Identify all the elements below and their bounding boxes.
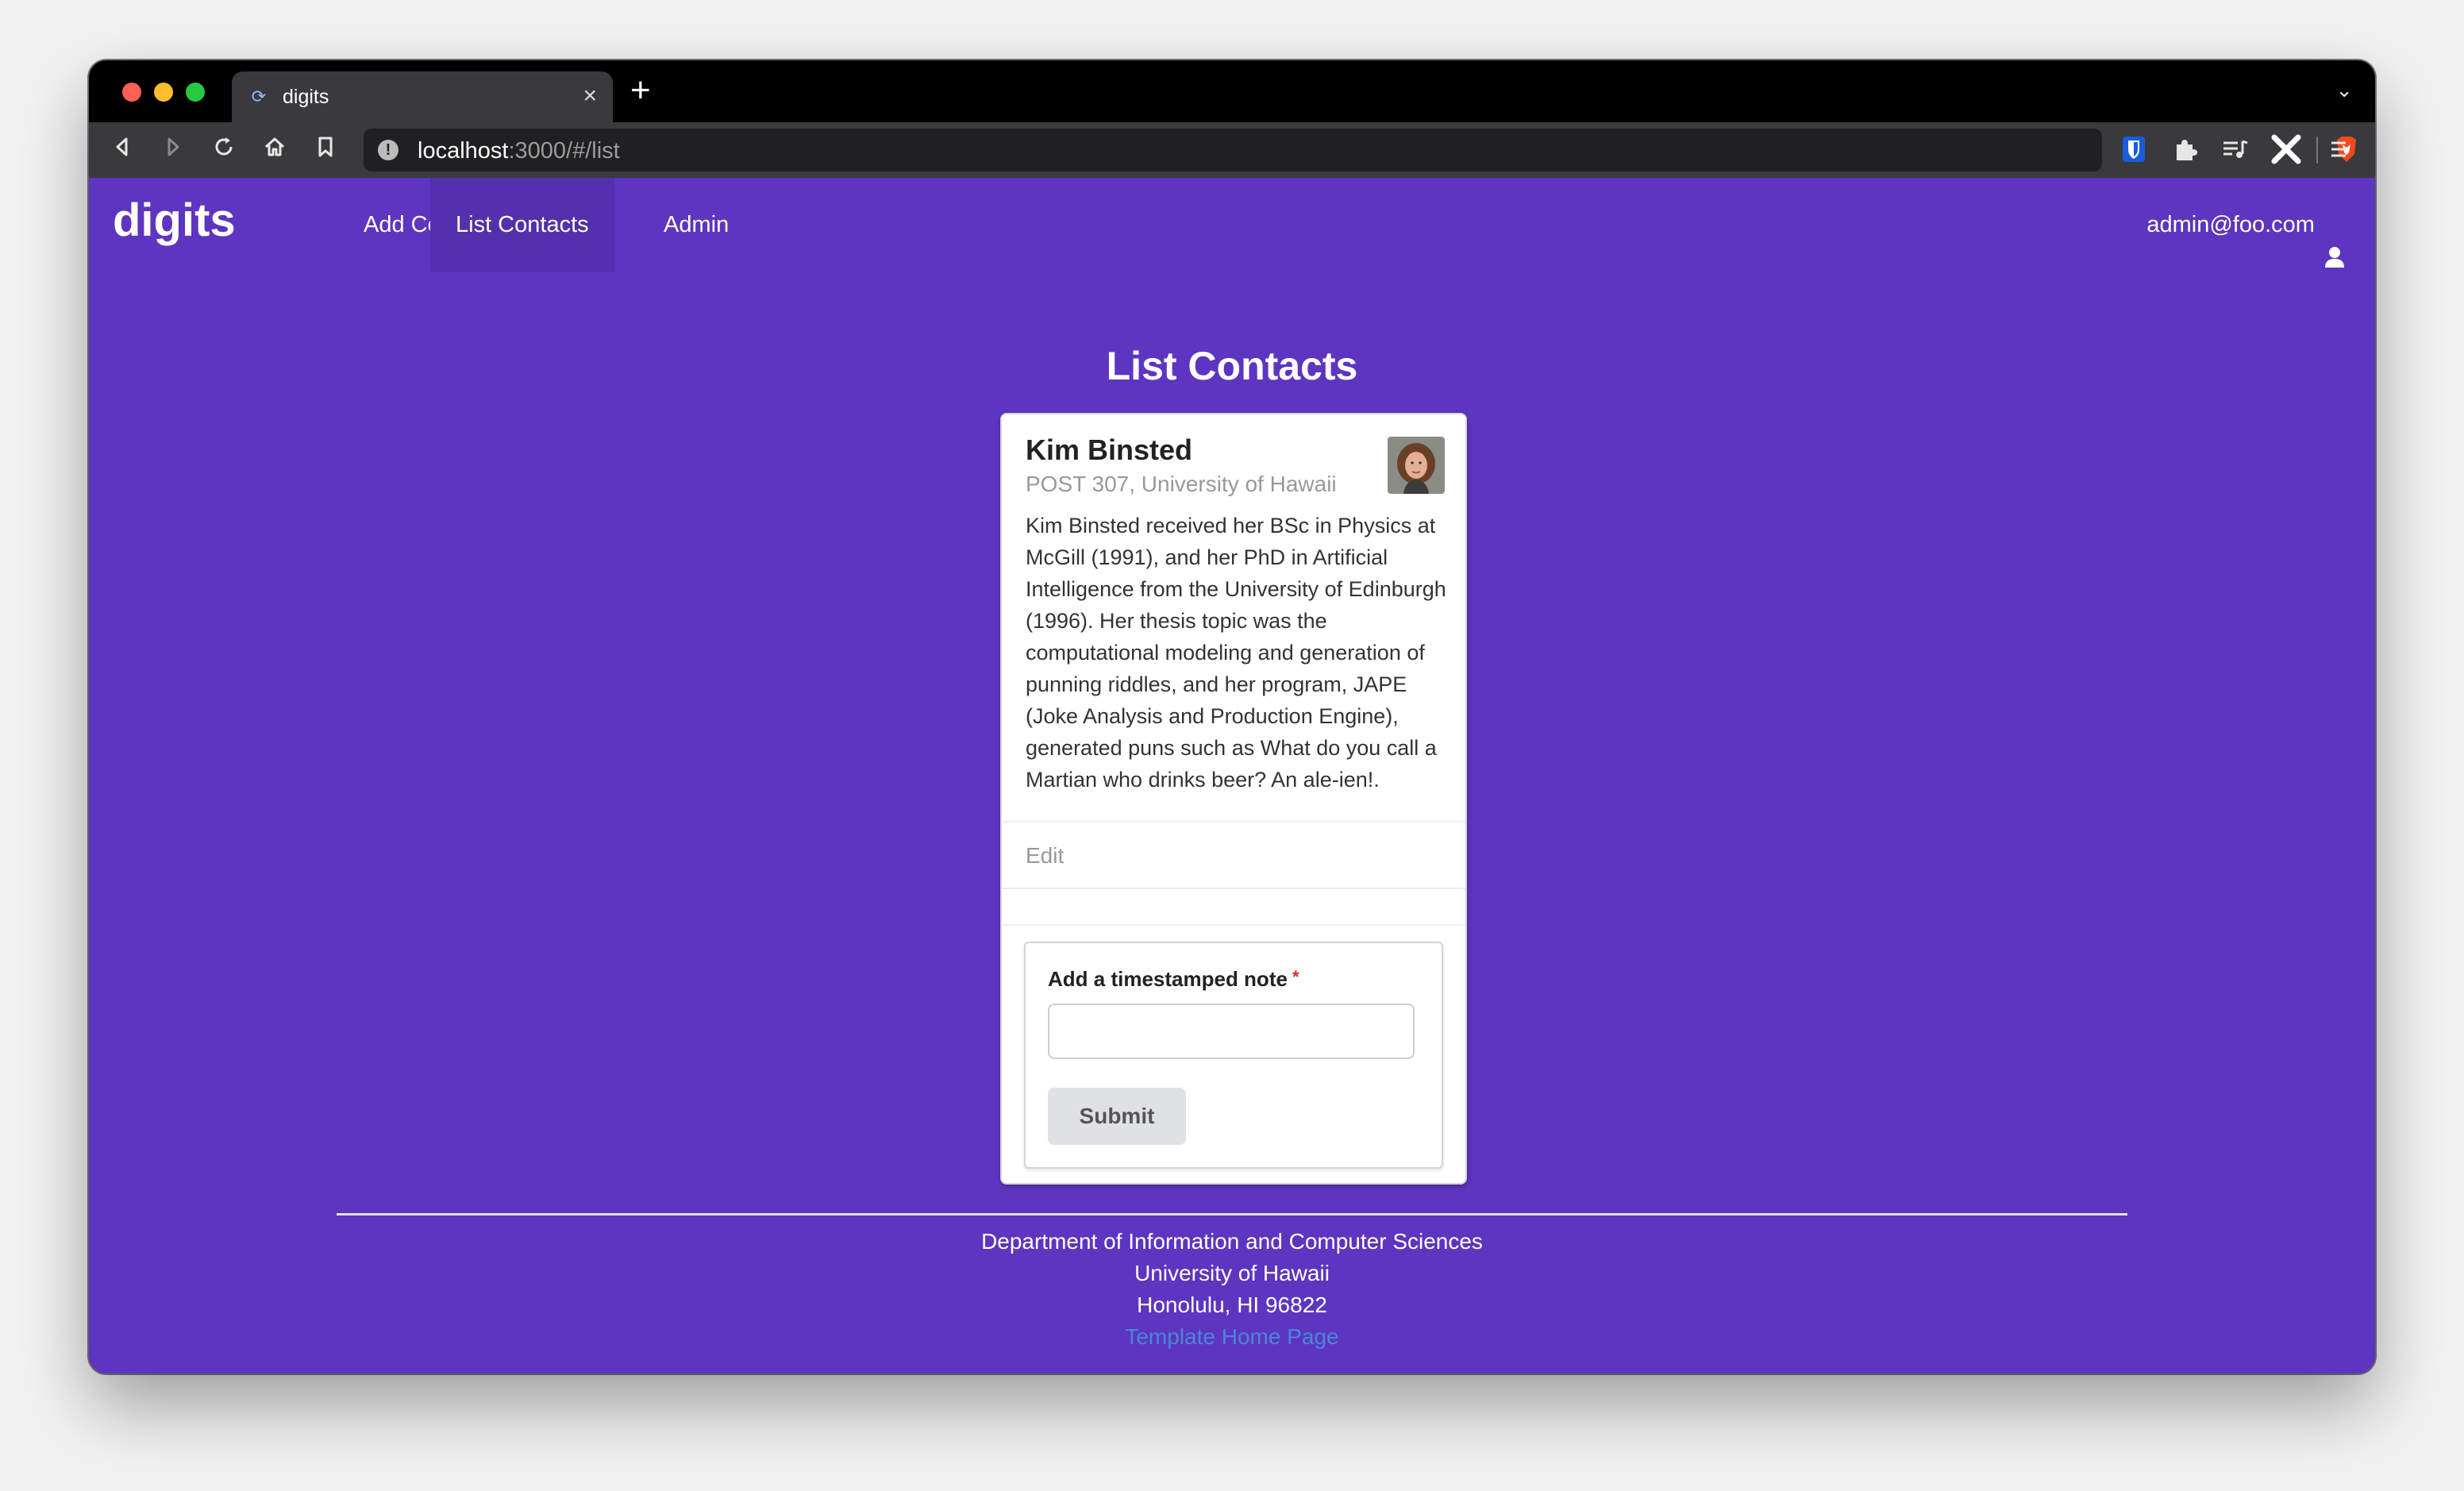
nav-admin[interactable]: Admin [638,178,754,272]
new-tab-button[interactable]: + [630,73,651,108]
footer-department: Department of Information and Computer S… [981,1229,1483,1254]
browser-toolbar: ! localhost:3000/#/list [89,122,2375,178]
user-menu[interactable]: admin@foo.com [2146,178,2345,272]
tab-bar: ⟳ digits × + ⌄ [89,60,2375,122]
footer-university: University of Hawaii [1134,1261,1330,1285]
contact-name: Kim Binsted [1026,433,1193,466]
extensions-icon[interactable] [2170,137,2199,162]
minimize-window-button[interactable] [154,83,173,102]
contact-avatar [1388,437,1445,494]
tab-title: digits [283,86,329,108]
top-navbar: digits Add Contacts List Contacts Admin … [89,178,2375,272]
user-icon [2324,214,2345,268]
page-title: List Contacts [1106,344,1358,388]
brand-logo[interactable]: digits [113,194,236,247]
contact-address: POST 307, University of Hawaii [1026,472,1337,496]
divider [1002,821,1465,823]
contact-card: Kim Binsted POST 307, University of Hawa… [1000,413,1467,1185]
page-viewport: digits Add Contacts List Contacts Admin … [89,178,2375,1373]
bitwarden-icon[interactable] [2119,135,2148,162]
template-home-link[interactable]: Template Home Page [89,1321,2375,1353]
close-window-button[interactable] [122,83,141,102]
divider [1002,924,1465,926]
note-label: Add a timestamped note * [1048,967,1299,991]
chevron-down-icon[interactable]: ⌄ [2335,78,2353,102]
favicon-icon: ⟳ [251,87,267,106]
url-separator [2316,137,2318,164]
url-text[interactable]: localhost:3000/#/list [418,138,620,164]
user-email: admin@foo.com [2146,212,2315,237]
forward-icon[interactable] [159,135,187,164]
browser-tab[interactable]: ⟳ digits × [232,71,613,122]
add-note-form: Add a timestamped note * Submit [1024,942,1443,1169]
reload-icon[interactable] [210,135,238,164]
playlist-icon[interactable] [2221,137,2250,162]
address-bar[interactable]: ! localhost:3000/#/list [364,129,2356,171]
maximize-window-button[interactable] [186,83,205,102]
bookmark-icon[interactable] [311,135,340,164]
footer-city: Honolulu, HI 96822 [1137,1293,1327,1317]
back-icon[interactable] [108,135,137,164]
divider [1002,888,1465,889]
submit-button[interactable]: Submit [1048,1088,1186,1145]
footer: Department of Information and Computer S… [89,1226,2375,1353]
nav-list-contacts[interactable]: List Contacts [430,178,614,272]
required-mark: * [1292,967,1299,987]
edit-link[interactable]: Edit [1026,843,1064,869]
browser-window: ⟳ digits × + ⌄ ! localhost:3000/#/list d… [89,60,2375,1373]
note-input[interactable] [1048,1004,1415,1059]
close-tab-icon[interactable]: × [583,83,597,110]
menu-icon[interactable] [2324,137,2353,162]
sidebar-tool-icon[interactable] [2270,133,2301,164]
footer-divider [337,1213,2127,1216]
info-icon[interactable]: ! [378,140,398,160]
contact-description: Kim Binsted received her BSc in Physics … [1026,514,1446,792]
home-icon[interactable] [260,135,289,164]
